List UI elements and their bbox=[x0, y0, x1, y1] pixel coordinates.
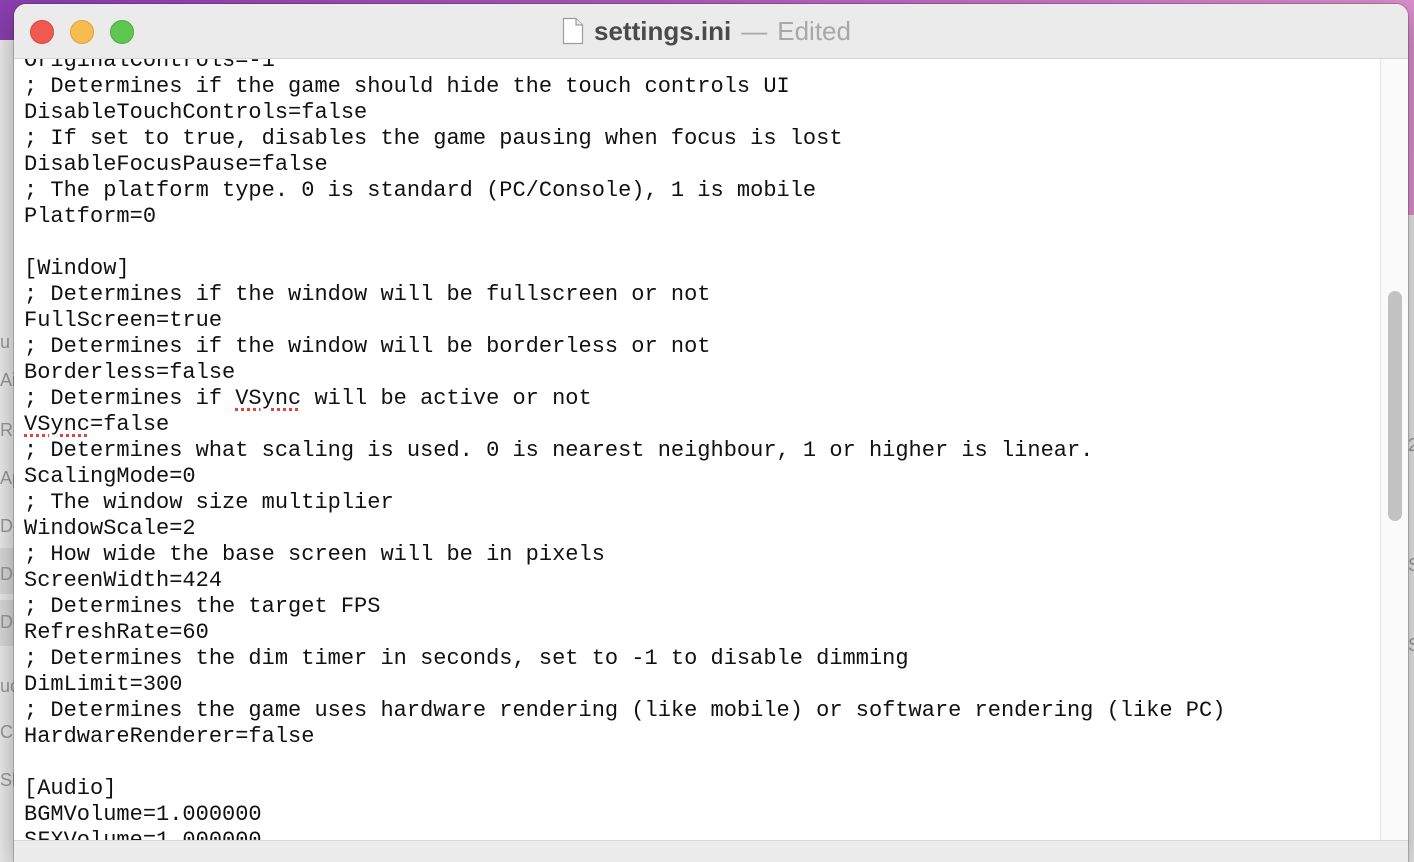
text-line[interactable]: [Audio] bbox=[24, 776, 1225, 802]
background-label: Ai bbox=[0, 370, 14, 390]
background-label: Sh bbox=[0, 770, 14, 790]
text-line[interactable]: SFXVolume=1.000000 bbox=[24, 828, 1225, 840]
misspelled-word[interactable]: VSync bbox=[235, 386, 301, 411]
background-label: Ap bbox=[0, 468, 14, 488]
window-bottom-edge bbox=[14, 840, 1408, 862]
background-label: S bbox=[1408, 555, 1414, 576]
line-text: ; Determines if bbox=[24, 386, 236, 411]
text-line[interactable]: RefreshRate=60 bbox=[24, 620, 1225, 646]
vertical-scrollbar[interactable] bbox=[1380, 59, 1408, 840]
minimize-button[interactable] bbox=[70, 20, 94, 44]
text-line[interactable]: Borderless=false bbox=[24, 360, 1225, 386]
zoom-button[interactable] bbox=[110, 20, 134, 44]
text-line[interactable]: DisableFocusPause=false bbox=[24, 152, 1225, 178]
textedit-window: settings.ini — Edited OriginalControls=-… bbox=[14, 4, 1408, 862]
text-line[interactable]: ; How wide the base screen will be in pi… bbox=[24, 542, 1225, 568]
text-line[interactable]: ; The platform type. 0 is standard (PC/C… bbox=[24, 178, 1225, 204]
text-line[interactable]: ; Determines if the game should hide the… bbox=[24, 74, 1225, 100]
background-label: Re bbox=[0, 420, 14, 440]
text-line[interactable]: ; Determines if the window will be fulls… bbox=[24, 282, 1225, 308]
background-label: Do bbox=[0, 612, 14, 632]
background-label: S bbox=[1408, 635, 1414, 656]
text-line[interactable] bbox=[24, 230, 1225, 256]
close-button[interactable] bbox=[30, 20, 54, 44]
text-line[interactable] bbox=[24, 750, 1225, 776]
text-line[interactable]: ScreenWidth=424 bbox=[24, 568, 1225, 594]
text-line[interactable]: FullScreen=true bbox=[24, 308, 1225, 334]
text-line[interactable]: OriginalControls=-1 bbox=[24, 59, 1225, 74]
line-text: will be active or not bbox=[301, 386, 592, 411]
misspelled-word[interactable]: VSync bbox=[24, 412, 90, 437]
text-line[interactable]: ; Determines what scaling is used. 0 is … bbox=[24, 438, 1225, 464]
text-line[interactable]: ; Determines the game uses hardware rend… bbox=[24, 698, 1225, 724]
text-line[interactable]: WindowScale=2 bbox=[24, 516, 1225, 542]
text-line[interactable]: DimLimit=300 bbox=[24, 672, 1225, 698]
text-line[interactable]: [Window] bbox=[24, 256, 1225, 282]
text-line[interactable]: ; Determines if the window will be borde… bbox=[24, 334, 1225, 360]
background-label: Cl bbox=[0, 722, 14, 742]
text-line[interactable]: ; Determines the dim timer in seconds, s… bbox=[24, 646, 1225, 672]
background-label: 2 bbox=[1408, 435, 1414, 455]
scrollbar-thumb[interactable] bbox=[1388, 291, 1402, 521]
text-line[interactable]: ; Determines the target FPS bbox=[24, 594, 1225, 620]
text-line[interactable]: Platform=0 bbox=[24, 204, 1225, 230]
text-editor[interactable]: OriginalControls=-1; Determines if the g… bbox=[14, 59, 1380, 840]
text-line[interactable]: VSync=false bbox=[24, 412, 1225, 438]
text-line[interactable]: BGMVolume=1.000000 bbox=[24, 802, 1225, 828]
text-line[interactable]: ; The window size multiplier bbox=[24, 490, 1225, 516]
window-title: settings.ini — Edited bbox=[562, 16, 851, 46]
document-name: settings.ini bbox=[594, 15, 732, 46]
title-bar[interactable]: settings.ini — Edited bbox=[14, 4, 1408, 59]
text-line[interactable]: ; Determines if VSync will be active or … bbox=[24, 386, 1225, 412]
background-label: u bbox=[0, 332, 11, 352]
text-line[interactable]: DisableTouchControls=false bbox=[24, 100, 1225, 126]
background-label: Do bbox=[0, 564, 14, 584]
text-line[interactable]: ; If set to true, disables the game paus… bbox=[24, 126, 1225, 152]
edited-status[interactable]: Edited bbox=[777, 16, 851, 47]
text-line[interactable]: ScalingMode=0 bbox=[24, 464, 1225, 490]
background-label: De bbox=[0, 516, 14, 536]
title-separator: — bbox=[741, 15, 768, 46]
document-icon[interactable] bbox=[562, 17, 584, 45]
line-text: =false bbox=[90, 412, 170, 437]
editor-content[interactable]: OriginalControls=-1; Determines if the g… bbox=[24, 59, 1225, 840]
text-line[interactable]: HardwareRenderer=false bbox=[24, 724, 1225, 750]
background-label: uc bbox=[0, 676, 14, 696]
